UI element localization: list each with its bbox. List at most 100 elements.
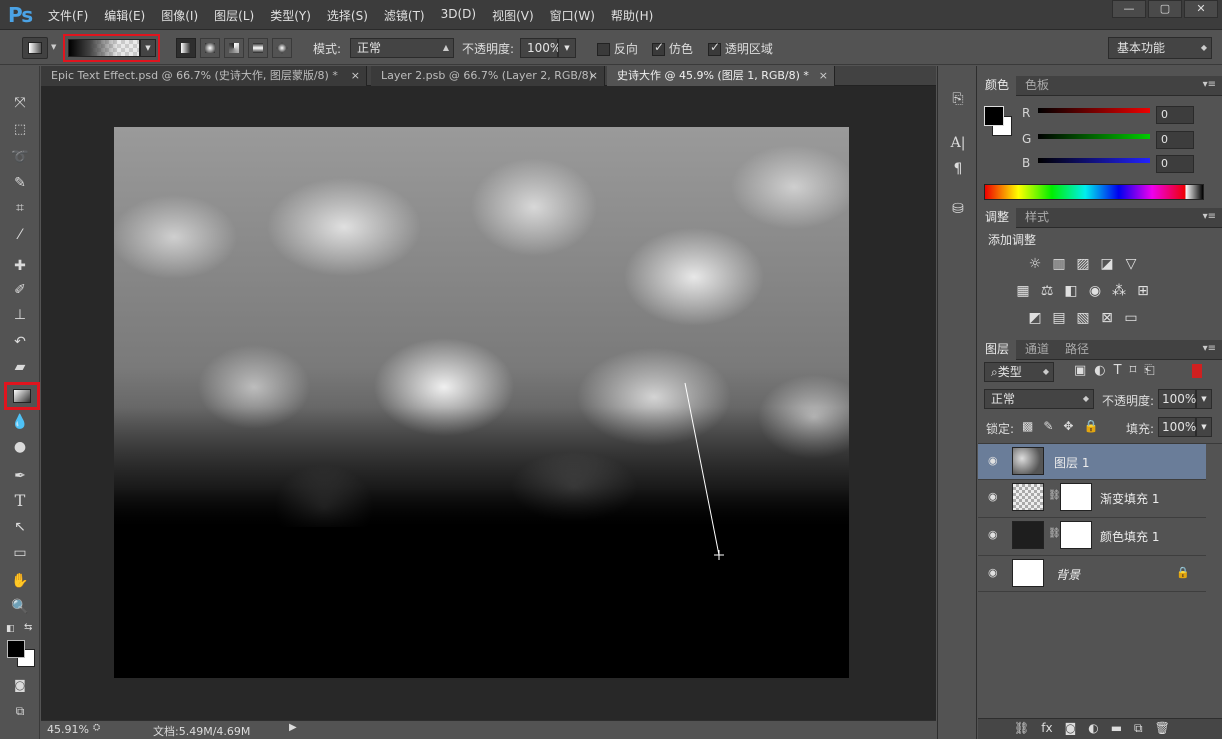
diamond-gradient-button[interactable]: [272, 38, 292, 58]
menu-3d[interactable]: 3D(D): [441, 7, 476, 24]
dither-check-box[interactable]: [652, 40, 665, 56]
tab-layer-2[interactable]: Layer 2.psb @ 66.7% (Layer 2, RGB/8) ×: [371, 66, 605, 86]
panel-menu-icon[interactable]: ▾≡: [1203, 211, 1216, 222]
tab-epic-masterpiece[interactable]: 史诗大作 @ 45.9% (图层 1, RGB/8) * ×: [607, 66, 835, 86]
type-filter-icon[interactable]: T: [1114, 363, 1122, 378]
eraser-tool-icon[interactable]: ▰: [9, 356, 31, 378]
menu-image[interactable]: 图像(I): [161, 7, 198, 24]
pen-tool-icon[interactable]: ✒: [9, 465, 31, 487]
path-selection-tool-icon[interactable]: ↖: [9, 516, 31, 538]
curves-icon[interactable]: ▨: [1074, 256, 1092, 272]
layer-name[interactable]: 背景: [1056, 566, 1080, 583]
panel-menu-icon[interactable]: ▾≡: [1203, 79, 1216, 90]
color-lookup-icon[interactable]: ⊞: [1134, 283, 1152, 299]
b-value[interactable]: 0: [1156, 155, 1194, 173]
pixel-filter-icon[interactable]: ▣: [1074, 363, 1086, 378]
new-group-icon[interactable]: ▬: [1111, 721, 1122, 736]
history-panel-icon[interactable]: ⎘: [946, 88, 970, 110]
gradient-tool-button[interactable]: [4, 382, 40, 410]
posterize-icon[interactable]: ▤: [1050, 310, 1068, 326]
shape-filter-icon[interactable]: ⌑: [1130, 363, 1137, 378]
fill-arrow[interactable]: ▼: [1196, 417, 1212, 437]
close-icon[interactable]: ×: [589, 66, 598, 85]
quick-selection-tool-icon[interactable]: ✎: [9, 172, 31, 194]
black-white-icon[interactable]: ◧: [1062, 283, 1080, 299]
blur-tool-icon[interactable]: 💧: [9, 411, 31, 433]
tool-presets-icon[interactable]: ⛁: [946, 198, 970, 220]
reflected-gradient-button[interactable]: [248, 38, 268, 58]
lock-position-icon[interactable]: ✥: [1063, 419, 1073, 433]
invert-icon[interactable]: ◩: [1026, 310, 1044, 326]
eye-icon[interactable]: ◉: [988, 566, 998, 579]
angle-gradient-button[interactable]: [224, 38, 244, 58]
r-value[interactable]: 0: [1156, 106, 1194, 124]
dither-checkbox[interactable]: 仿色: [652, 40, 693, 57]
minimize-button[interactable]: —: [1112, 0, 1146, 18]
healing-brush-tool-icon[interactable]: ✚: [9, 255, 31, 277]
layer-row-color-fill-1[interactable]: ◉ ⛓ 颜色填充 1: [978, 518, 1206, 556]
menu-window[interactable]: 窗口(W): [550, 7, 595, 24]
color-balance-icon[interactable]: ⚖: [1038, 283, 1056, 299]
close-button[interactable]: ✕: [1184, 0, 1218, 18]
gradient-dropdown-arrow[interactable]: ▼: [140, 39, 156, 57]
transparency-checkbox[interactable]: 透明区域: [708, 40, 773, 57]
layer-row-layer-1[interactable]: ◉ 图层 1: [978, 444, 1206, 480]
layer-name[interactable]: 颜色填充 1: [1100, 528, 1159, 545]
status-menu-arrow[interactable]: ▶: [289, 722, 297, 733]
foreground-color-swatch[interactable]: [7, 640, 25, 658]
trash-icon[interactable]: 🗑: [1155, 721, 1170, 736]
lock-transparency-icon[interactable]: ▩: [1022, 419, 1033, 433]
exposure-icon[interactable]: ◪: [1098, 256, 1116, 272]
layer-filter-dropdown[interactable]: ⌕类型 ◆: [984, 362, 1054, 382]
tab-color[interactable]: 颜色: [978, 76, 1017, 96]
canvas[interactable]: [114, 127, 849, 678]
eye-icon[interactable]: ◉: [988, 490, 998, 503]
workspace-dropdown[interactable]: 基本功能 ◆: [1108, 37, 1212, 59]
r-slider[interactable]: [1038, 108, 1150, 113]
gradient-map-icon[interactable]: ▭: [1122, 310, 1140, 326]
history-brush-tool-icon[interactable]: ↶: [9, 331, 31, 353]
tab-paths[interactable]: 路径: [1058, 340, 1096, 360]
menu-filter[interactable]: 滤镜(T): [384, 7, 425, 24]
eye-icon[interactable]: ◉: [988, 528, 998, 541]
eye-icon[interactable]: ◉: [988, 454, 998, 467]
default-colors-icon[interactable]: ◧: [6, 624, 15, 634]
photo-filter-icon[interactable]: ◉: [1086, 283, 1104, 299]
brush-tool-icon[interactable]: ✐: [9, 279, 31, 301]
color-spectrum[interactable]: [984, 184, 1204, 200]
fx-icon[interactable]: fx: [1041, 721, 1052, 736]
layer-name[interactable]: 渐变填充 1: [1100, 490, 1159, 507]
tab-adjustments[interactable]: 调整: [978, 208, 1017, 228]
character-panel-icon[interactable]: A|: [946, 132, 970, 154]
zoom-level[interactable]: 45.91%: [47, 723, 89, 736]
menu-view[interactable]: 视图(V): [492, 7, 534, 24]
reverse-checkbox[interactable]: 反向: [597, 40, 638, 57]
g-slider[interactable]: [1038, 134, 1150, 139]
menu-file[interactable]: 文件(F): [48, 7, 88, 24]
link-layers-icon[interactable]: ⛓: [1014, 721, 1029, 736]
hue-saturation-icon[interactable]: ▦: [1014, 283, 1032, 299]
layer-row-gradient-fill-1[interactable]: ◉ ⛓ 渐变填充 1: [978, 480, 1206, 518]
menu-layer[interactable]: 图层(L): [214, 7, 254, 24]
crop-tool-icon[interactable]: ⌗: [9, 197, 31, 219]
layer-opacity-input[interactable]: 100%: [1158, 389, 1196, 409]
radial-gradient-button[interactable]: [200, 38, 220, 58]
paragraph-panel-icon[interactable]: ¶: [946, 158, 970, 180]
selective-color-icon[interactable]: ⊠: [1098, 310, 1116, 326]
brightness-icon[interactable]: ☼: [1026, 256, 1044, 272]
gradient-swatch[interactable]: [68, 39, 140, 57]
b-slider[interactable]: [1038, 158, 1150, 163]
opacity-dropdown-arrow[interactable]: ▼: [558, 38, 576, 58]
zoom-tool-icon[interactable]: 🔍: [9, 596, 31, 618]
foreground-color-swatch[interactable]: [984, 106, 1004, 126]
linear-gradient-button[interactable]: [176, 38, 196, 58]
type-tool-icon[interactable]: T: [9, 490, 31, 512]
link-icon[interactable]: ⛓: [1048, 490, 1061, 501]
tab-layers[interactable]: 图层: [978, 340, 1017, 360]
g-value[interactable]: 0: [1156, 131, 1194, 149]
menu-select[interactable]: 选择(S): [327, 7, 368, 24]
marquee-tool-icon[interactable]: ⬚: [9, 119, 31, 141]
hand-tool-icon[interactable]: ✋: [9, 570, 31, 592]
menu-help[interactable]: 帮助(H): [611, 7, 653, 24]
filter-toggle[interactable]: [1192, 364, 1202, 378]
